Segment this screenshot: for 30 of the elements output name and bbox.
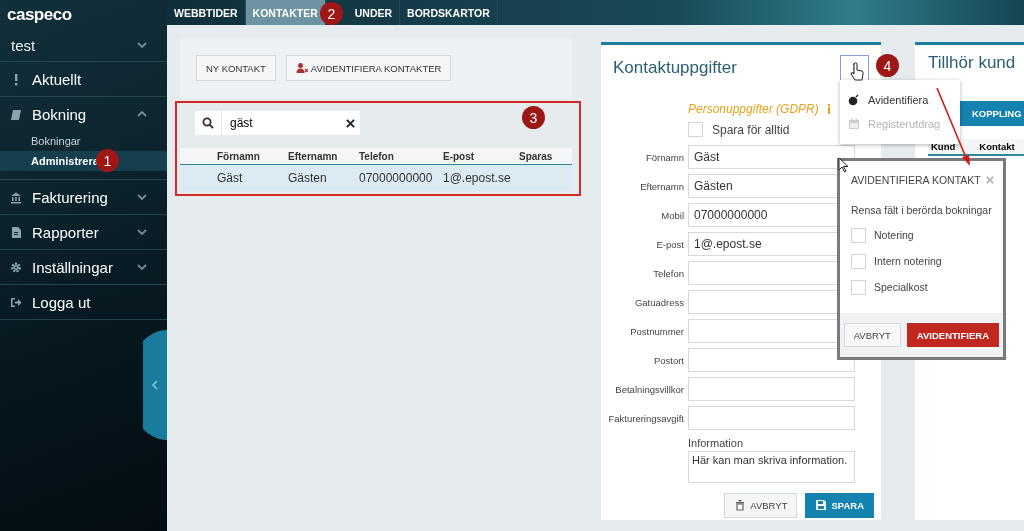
column-header: E-post bbox=[443, 150, 476, 162]
checkbox-label: Specialkost bbox=[874, 281, 928, 293]
field-label: Gatuadress bbox=[633, 296, 684, 308]
field-label: Mobil bbox=[660, 209, 684, 221]
table-cell-text: Gäst bbox=[217, 171, 244, 185]
card-title: Tillhör kund bbox=[928, 52, 1017, 74]
column-header: Sparas bbox=[519, 150, 553, 162]
field-label: Betalningsvillkor bbox=[614, 383, 684, 395]
field-label: Telefon bbox=[652, 267, 684, 279]
field-label: Faktureringsavgift bbox=[607, 412, 684, 424]
column-header: Kontakt bbox=[979, 141, 1015, 152]
logo: caspeco bbox=[6, 4, 73, 26]
field-label: Information bbox=[688, 437, 745, 449]
table-cell-text: 07000000000 bbox=[359, 171, 434, 185]
checkbox-label: Intern notering bbox=[874, 255, 942, 267]
checkbox-label: Notering bbox=[874, 229, 914, 241]
column-header: Förnamn bbox=[217, 150, 261, 162]
column-header: Telefon bbox=[359, 150, 395, 162]
table-cell-text: 1@.epost.se bbox=[443, 171, 512, 185]
checkbox-label: Spara för alltid bbox=[712, 122, 790, 137]
column-header: Efternamn bbox=[288, 150, 339, 162]
section-label: Personuppgifter (GDPR) bbox=[688, 102, 819, 116]
column-header: Kund bbox=[931, 141, 956, 152]
card-title: Kontaktuppgifter bbox=[613, 58, 737, 78]
field-label: Förnamn bbox=[645, 151, 684, 163]
field-label: Postort bbox=[652, 354, 684, 366]
table-cell-text: Gästen bbox=[288, 171, 328, 185]
field-label: E-post bbox=[655, 238, 684, 250]
field-label: Postnummer bbox=[629, 325, 684, 337]
field-label: Efternamn bbox=[639, 180, 684, 192]
